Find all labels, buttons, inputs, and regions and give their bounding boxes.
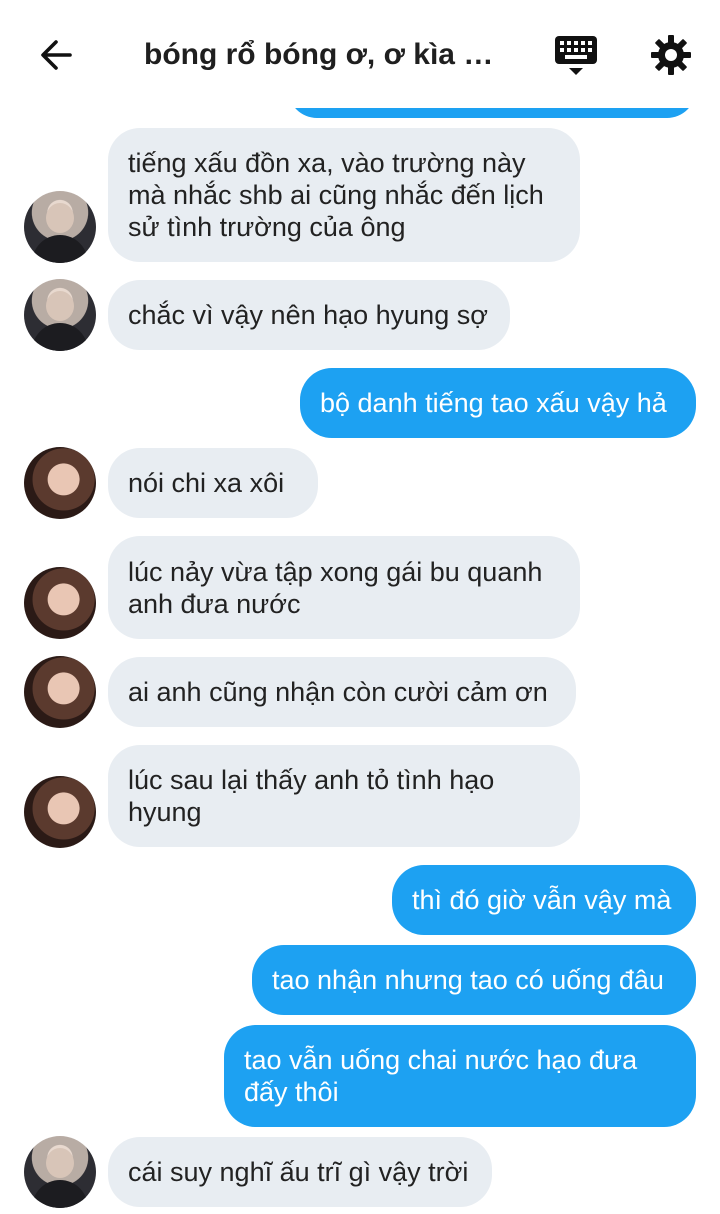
message-text: tao vẫn uống chai nước hạo đưa đấy thôi (244, 1045, 638, 1107)
message-text: tiếng xấu đồn xa, vào trường này mà nhắc… (128, 148, 544, 242)
back-arrow-icon[interactable] (36, 34, 78, 76)
message-text: ai anh cũng nhận còn cười cảm ơn (128, 677, 548, 707)
avatar[interactable] (24, 191, 96, 263)
chat-title: bóng rổ bóng ơ, ơ kìa b... (144, 38, 504, 71)
message-text: bộ danh tiếng tao xấu vậy hả (320, 388, 667, 418)
message-text: cái suy nghĩ ấu trĩ gì vậy trời (128, 1157, 469, 1187)
message-text: thì đó giờ vẫn vậy mà (412, 885, 672, 915)
message-bubble-outgoing[interactable]: thì đó giờ vẫn vậy mà (392, 865, 696, 935)
message-bubble-incoming[interactable]: lúc sau lại thấy anh tỏ tình hạo hyung (108, 745, 580, 847)
keyboard-icon[interactable] (554, 34, 598, 78)
message-bubble-outgoing[interactable]: tao vẫn uống chai nước hạo đưa đấy thôi (224, 1025, 696, 1127)
message-bubble-incoming[interactable]: cái suy nghĩ ấu trĩ gì vậy trời (108, 1137, 492, 1207)
message-text: nói chi xa xôi (128, 468, 285, 498)
chat-header: bóng rổ bóng ơ, ơ kìa b... (0, 0, 720, 108)
message-bubble-incoming[interactable]: nói chi xa xôi (108, 448, 318, 518)
message-bubble-incoming[interactable]: tiếng xấu đồn xa, vào trường này mà nhắc… (108, 128, 580, 262)
gear-icon[interactable] (650, 34, 692, 76)
message-text: lúc nảy vừa tập xong gái bu quanh anh đư… (128, 556, 543, 619)
avatar[interactable] (24, 279, 96, 351)
message-text: tao nhận nhưng tao có uống đâu (272, 965, 664, 995)
message-bubble-incoming[interactable]: chắc vì vậy nên hạo hyung sợ (108, 280, 510, 350)
avatar[interactable] (24, 1136, 96, 1208)
message-text: lúc sau lại thấy anh tỏ tình hạo hyung (128, 765, 495, 827)
avatar[interactable] (24, 656, 96, 728)
message-bubble-outgoing[interactable]: bộ danh tiếng tao xấu vậy hả (300, 368, 696, 438)
avatar[interactable] (24, 567, 96, 639)
avatar[interactable] (24, 447, 96, 519)
message-text: chắc vì vậy nên hạo hyung sợ (128, 300, 488, 330)
message-bubble-outgoing[interactable]: tao nhận nhưng tao có uống đâu (252, 945, 696, 1015)
message-bubble-incoming[interactable]: ai anh cũng nhận còn cười cảm ơn (108, 657, 576, 727)
avatar[interactable] (24, 776, 96, 848)
message-bubble-incoming[interactable]: lúc nảy vừa tập xong gái bu quanh anh đư… (108, 536, 580, 639)
